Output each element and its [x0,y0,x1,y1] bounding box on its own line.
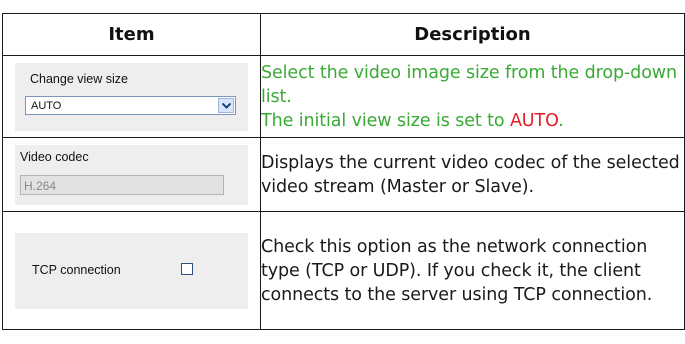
change-view-size-label: Change view size [30,71,128,86]
description-auto-value: AUTO [509,110,559,131]
view-size-select[interactable]: AUTO [25,95,236,115]
video-codec-label: Video codec [20,149,89,164]
tcp-connection-label: TCP connection [32,262,121,277]
description-line-2-suffix: . [558,110,564,131]
dropdown-button[interactable] [218,97,234,113]
documentation-table: Item Description Change view size AUTO S… [2,13,685,330]
tcp-connection-panel: TCP connection [15,232,248,309]
table-row: TCP connection Check this option as the … [2,211,685,330]
chevron-down-icon [222,102,231,109]
video-codec-panel: Video codec H.264 [15,144,248,205]
table-row: Video codec H.264 Displays the current v… [2,137,685,212]
header-description: Description [260,13,685,56]
video-codec-value: H.264 [24,178,57,193]
description-cell: Displays the current video codec of the … [260,137,685,212]
description-line-2-prefix: The initial view size is set to [261,110,510,131]
description-line-1: Select the video image size from the dro… [261,62,677,107]
item-cell: Video codec H.264 [2,137,261,212]
header-item: Item [2,13,261,56]
header-row: Item Description [2,13,685,56]
video-codec-field: H.264 [20,174,224,195]
description-cell: Select the video image size from the dro… [260,55,685,138]
item-cell: Change view size AUTO [2,55,261,138]
table-row: Change view size AUTO Select the video i… [2,55,685,138]
tcp-connection-checkbox[interactable] [181,262,193,275]
view-size-select-value: AUTO [31,99,62,112]
item-cell: TCP connection [2,211,261,330]
description-cell: Check this option as the network connect… [260,211,685,330]
change-view-size-panel: Change view size AUTO [15,62,248,131]
